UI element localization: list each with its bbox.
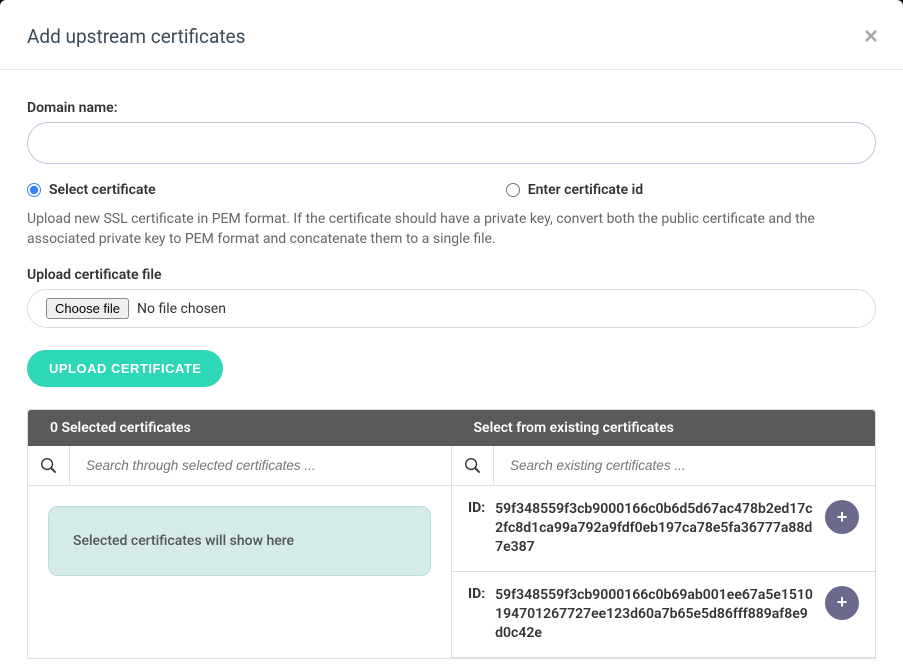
existing-search-cell bbox=[452, 446, 875, 485]
enter-certificate-id-radio[interactable] bbox=[506, 183, 520, 197]
existing-certificates-column: ID: 59f348559f3cb9000166c0b6d5d67ac478b2… bbox=[452, 486, 875, 657]
select-certificate-label: Select certificate bbox=[49, 182, 156, 198]
domain-name-group: Domain name: bbox=[27, 100, 876, 164]
certificate-row: ID: 59f348559f3cb9000166c0b69ab001ee67a5… bbox=[452, 572, 875, 658]
certificate-id-value: 59f348559f3cb9000166c0b6d5d67ac478b2ed17… bbox=[495, 500, 815, 557]
existing-certificates-header: Select from existing certificates bbox=[452, 410, 876, 446]
certificate-id-value: 59f348559f3cb9000166c0b69ab001ee67a5e151… bbox=[495, 586, 815, 643]
select-certificate-option: Select certificate bbox=[27, 182, 156, 198]
file-chosen-status: No file chosen bbox=[137, 301, 226, 317]
table-header: 0 Selected certificates Select from exis… bbox=[28, 410, 875, 446]
upload-file-group: Upload certificate file Choose file No f… bbox=[27, 267, 876, 328]
choose-file-button[interactable]: Choose file bbox=[46, 298, 129, 319]
existing-certificates-search-input[interactable] bbox=[494, 446, 875, 485]
certificates-table: 0 Selected certificates Select from exis… bbox=[27, 409, 876, 658]
add-certificate-button[interactable]: + bbox=[825, 500, 859, 534]
certificate-id-label: ID: bbox=[468, 500, 485, 516]
add-upstream-certificates-modal: Add upstream certificates × Domain name:… bbox=[0, 0, 903, 667]
upload-help-text: Upload new SSL certificate in PEM format… bbox=[27, 210, 876, 249]
certificate-mode-radios: Select certificate Enter certificate id bbox=[27, 182, 876, 198]
enter-certificate-id-option: Enter certificate id bbox=[506, 182, 643, 198]
certificate-row: ID: 59f348559f3cb9000166c0b6d5d67ac478b2… bbox=[452, 486, 875, 572]
upload-file-label: Upload certificate file bbox=[27, 267, 876, 283]
search-row bbox=[28, 446, 875, 486]
selected-placeholder: Selected certificates will show here bbox=[48, 506, 431, 576]
certificate-id-label: ID: bbox=[468, 586, 485, 602]
modal-header: Add upstream certificates × bbox=[0, 0, 903, 70]
file-input-wrapper: Choose file No file chosen bbox=[27, 289, 876, 328]
selected-certificates-header: 0 Selected certificates bbox=[28, 410, 452, 446]
modal-body: Domain name: Select certificate Enter ce… bbox=[0, 70, 903, 667]
modal-title: Add upstream certificates bbox=[27, 25, 245, 48]
select-certificate-radio[interactable] bbox=[27, 183, 41, 197]
add-certificate-button[interactable]: + bbox=[825, 586, 859, 620]
enter-certificate-id-label: Enter certificate id bbox=[528, 182, 643, 198]
table-body: Selected certificates will show here ID:… bbox=[28, 486, 875, 657]
search-icon bbox=[452, 446, 494, 485]
selected-certificates-search-input[interactable] bbox=[70, 446, 451, 485]
search-icon bbox=[28, 446, 70, 485]
domain-name-input[interactable] bbox=[27, 122, 876, 164]
upload-certificate-button[interactable]: UPLOAD CERTIFICATE bbox=[27, 350, 223, 387]
selected-search-cell bbox=[28, 446, 452, 485]
domain-name-label: Domain name: bbox=[27, 100, 876, 116]
close-button[interactable]: × bbox=[864, 25, 878, 49]
selected-certificates-column: Selected certificates will show here bbox=[28, 486, 452, 657]
